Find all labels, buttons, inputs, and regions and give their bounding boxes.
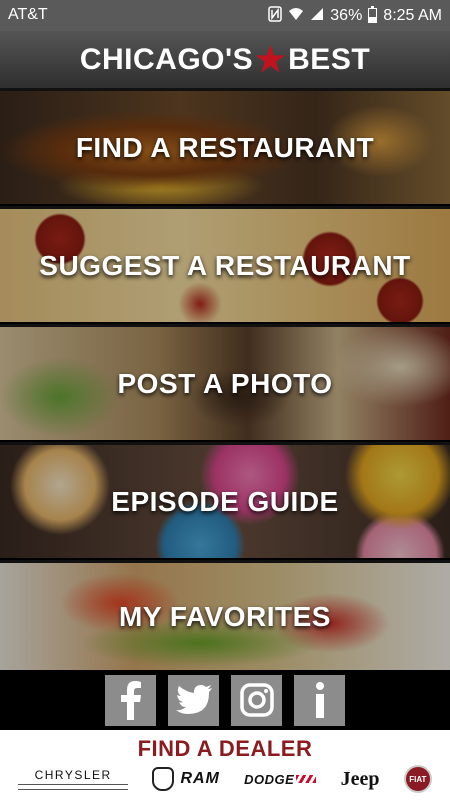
- clock: 8:25 AM: [383, 6, 442, 24]
- dodge-logo[interactable]: DODGE: [244, 771, 317, 787]
- star-icon: ★: [255, 40, 287, 79]
- jeep-logo[interactable]: Jeep: [341, 768, 380, 791]
- post-photo-label: POST A PHOTO: [117, 367, 333, 399]
- wifi-icon: [288, 7, 304, 24]
- brand-logos: CHRYSLER RAM DODGE Jeep FIAT: [0, 764, 450, 794]
- instagram-button[interactable]: [231, 674, 282, 726]
- chrysler-text: CHRYSLER: [34, 768, 112, 782]
- logo-text-best: BEST: [288, 42, 371, 76]
- episode-guide-button[interactable]: EPISODE GUIDE: [0, 442, 450, 558]
- twitter-icon: [175, 685, 212, 714]
- ram-text: RAM: [180, 770, 220, 787]
- nfc-icon: [268, 6, 283, 25]
- app-header: CHICAGO'S ★ BEST: [0, 31, 450, 88]
- status-bar: AT&T 36% 8:25 AM: [0, 0, 450, 31]
- dodge-stripes-icon: [296, 775, 317, 783]
- chrysler-logo[interactable]: CHRYSLER: [18, 768, 129, 790]
- find-restaurant-button[interactable]: FIND A RESTAURANT: [0, 88, 450, 204]
- episode-guide-label: EPISODE GUIDE: [111, 485, 339, 517]
- battery-icon: [368, 6, 378, 23]
- dealer-banner[interactable]: FIND A DEALER CHRYSLER RAM DODGE Jeep FI…: [0, 730, 450, 800]
- status-icons: 36% 8:25 AM: [268, 6, 442, 25]
- logo-text-chicagos: CHICAGO'S: [79, 42, 254, 76]
- chrysler-wing-icon: [18, 784, 129, 790]
- jeep-text: Jeep: [340, 767, 380, 790]
- suggest-restaurant-button[interactable]: SUGGEST A RESTAURANT: [0, 206, 450, 322]
- fiat-logo[interactable]: FIAT: [403, 765, 432, 793]
- signal-icon: [310, 7, 324, 24]
- app-logo: CHICAGO'S ★ BEST: [80, 43, 370, 77]
- ram-head-icon: [152, 767, 175, 791]
- find-dealer-title: FIND A DEALER: [137, 736, 313, 761]
- find-restaurant-label: FIND A RESTAURANT: [75, 131, 375, 163]
- twitter-button[interactable]: [168, 674, 219, 726]
- info-icon: [315, 682, 324, 718]
- suggest-restaurant-label: SUGGEST A RESTAURANT: [39, 249, 411, 281]
- ram-logo[interactable]: RAM: [152, 767, 219, 791]
- social-bar: [0, 670, 450, 730]
- instagram-icon: [239, 683, 274, 717]
- fiat-text: FIAT: [409, 774, 427, 784]
- my-favorites-label: MY FAVORITES: [119, 600, 331, 632]
- carrier-label: AT&T: [8, 6, 48, 23]
- info-button[interactable]: [294, 674, 345, 726]
- dodge-text: DODGE: [244, 771, 295, 787]
- facebook-button[interactable]: [105, 674, 156, 726]
- post-photo-button[interactable]: POST A PHOTO: [0, 324, 450, 440]
- facebook-icon: [120, 681, 141, 720]
- battery-percent: 36%: [330, 6, 363, 24]
- my-favorites-button[interactable]: MY FAVORITES: [0, 560, 450, 670]
